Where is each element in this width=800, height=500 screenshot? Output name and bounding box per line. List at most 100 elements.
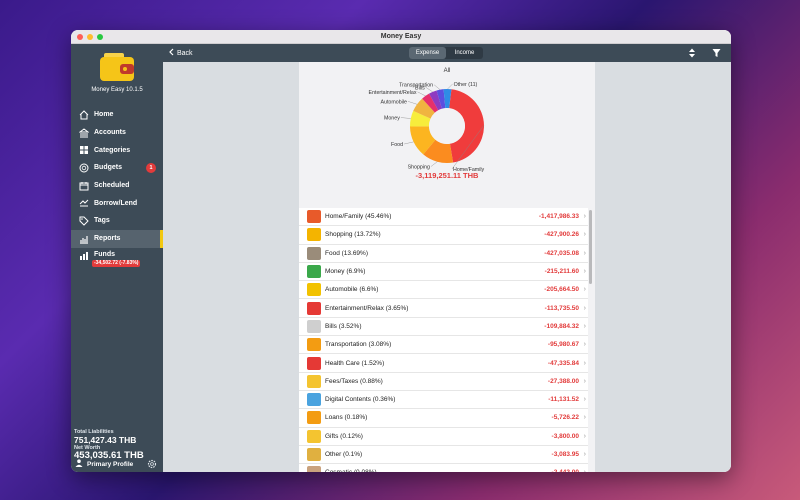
category-icon [307, 411, 321, 425]
category-amount: -427,900.26 [544, 231, 579, 239]
chevron-right-icon: › [583, 322, 586, 330]
close-window-button[interactable] [77, 34, 83, 40]
total-liabilities-value: 751,427.43 THB [74, 435, 137, 445]
tab-income[interactable]: Income [446, 47, 483, 59]
zoom-window-button[interactable] [97, 34, 103, 40]
tab-expense[interactable]: Expense [409, 47, 446, 59]
sidebar-item-funds[interactable]: Funds -34,502.72 (-7.83%) [71, 248, 163, 270]
list-scrollbar[interactable] [589, 210, 592, 284]
sidebar-item-tags[interactable]: Tags [71, 212, 163, 230]
category-name: Health Care (1.52%) [325, 359, 385, 367]
category-amount: -3,083.95 [551, 451, 579, 458]
category-icon [307, 228, 321, 242]
table-row[interactable]: Shopping (13.72%) -427,900.26 › [299, 226, 588, 245]
sidebar-item-label: Budgets [94, 164, 122, 172]
category-icon [307, 338, 321, 352]
category-name: Bills (3.52%) [325, 322, 362, 330]
sidebar-item-home[interactable]: Home [71, 106, 163, 124]
toolbar: Back Expense Income [163, 44, 731, 62]
category-icon [307, 393, 321, 407]
leader-line [430, 161, 438, 167]
chevron-right-icon: › [584, 469, 586, 472]
sidebar-item-borrow-lend[interactable]: Borrow/Lend [71, 194, 163, 212]
app-version: Money Easy 10.1.5 [91, 87, 143, 93]
chevron-right-icon: › [583, 451, 586, 458]
table-row[interactable]: Health Care (1.52%) -47,335.84 › [299, 354, 588, 373]
category-amount: -427,035.08 [544, 249, 579, 257]
category-icon [307, 448, 321, 461]
sidebar-item-label: Borrow/Lend [94, 199, 138, 207]
sidebar-item-label: Reports [94, 235, 121, 243]
category-name: Transportation (3.08%) [325, 341, 392, 349]
leader-line [417, 91, 426, 97]
coin-icon [79, 163, 89, 173]
table-row[interactable]: Transportation (3.08%) -95,980.67 › [299, 336, 588, 355]
category-icon [307, 466, 321, 472]
tag-icon [79, 216, 89, 226]
table-row[interactable]: Loans (0.18%) -5,726.22 › [299, 409, 588, 428]
filter-icon[interactable] [712, 48, 721, 60]
sidebar-item-reports[interactable]: Reports [71, 229, 163, 248]
grid-icon [79, 145, 89, 155]
leader-line [404, 141, 414, 145]
category-icon [307, 301, 321, 315]
table-row[interactable]: Home/Family (45.46%) -1,417,986.33 › [299, 208, 588, 227]
category-amount: -47,335.84 [547, 359, 579, 367]
sidebar-item-budgets[interactable]: Budgets 1 [71, 159, 163, 177]
table-row[interactable]: Other (0.1%) -3,083.95 › [299, 446, 588, 465]
table-row[interactable]: Digital Contents (0.36%) -11,131.52 › [299, 391, 588, 410]
sidebar-item-label: Accounts [94, 129, 126, 137]
back-button[interactable]: Back [168, 44, 193, 62]
slice-label: Money [384, 116, 400, 122]
account-totals: Total Liabilities 751,427.43 THB Net Wor… [74, 429, 144, 461]
report-panel: All Home/Family Shopping Food Money Automobi… [299, 62, 595, 472]
chevron-left-icon [168, 48, 174, 58]
person-icon [75, 459, 83, 469]
slice-label: Other (11) [454, 82, 478, 88]
sidebar-item-label: Funds [94, 250, 115, 258]
table-row[interactable]: Bills (3.52%) -109,884.32 › [299, 318, 588, 337]
table-row[interactable]: Food (13.69%) -427,035.08 › [299, 245, 588, 263]
minimize-window-button[interactable] [87, 34, 93, 40]
table-row[interactable]: Entertainment/Relax (3.65%) -113,735.50 › [299, 299, 588, 318]
leader-line [407, 101, 418, 105]
leader-line [400, 117, 411, 119]
gear-icon[interactable] [147, 459, 157, 471]
table-row[interactable]: Gifts (0.12%) -3,800.00 › [299, 428, 588, 446]
category-amount: -3,800.00 [551, 432, 579, 440]
category-amount: -205,664.50 [544, 286, 579, 294]
category-name: Automobile (6.6%) [325, 286, 379, 294]
chevron-right-icon: › [583, 286, 586, 294]
bank-icon [79, 127, 89, 138]
sidebar-item-categories[interactable]: Categories [71, 141, 163, 159]
table-row[interactable]: Automobile (6.6%) -205,664.50 › [299, 281, 588, 300]
wallet-logo-icon [100, 53, 134, 81]
category-icon [307, 319, 321, 333]
category-name: Entertainment/Relax (3.65%) [325, 304, 409, 312]
table-row[interactable]: Fees/Taxes (0.88%) -27,388.00 › [299, 373, 588, 391]
profile-name: Primary Profile [87, 460, 134, 468]
funds-icon [79, 251, 89, 261]
table-row[interactable]: Cosmatic (0.08%) -2,442.00 › [299, 464, 588, 472]
chevron-right-icon: › [583, 231, 586, 239]
back-label: Back [177, 49, 193, 57]
sidebar-item-label: Tags [94, 217, 110, 225]
chart-icon [79, 234, 89, 244]
profile-switcher[interactable]: Primary Profile [75, 458, 161, 470]
category-name: Gifts (0.12%) [325, 432, 363, 440]
leader-line [447, 83, 453, 90]
window-title: Money Easy [380, 33, 422, 40]
sidebar-item-accounts[interactable]: Accounts [71, 124, 163, 142]
chevron-right-icon: › [583, 268, 586, 276]
category-name: Loans (0.18%) [325, 414, 368, 422]
table-row[interactable]: Money (6.9%) -215,211.60 › [299, 263, 588, 282]
sort-icon[interactable] [688, 48, 696, 60]
sidebar-item-scheduled[interactable]: Scheduled [71, 177, 163, 195]
category-amount: -5,726.22 [551, 414, 579, 422]
category-name: Cosmatic (0.08%) [325, 469, 377, 472]
chevron-right-icon: › [583, 414, 586, 422]
title-bar: Money Easy [71, 30, 731, 44]
category-icon [307, 374, 321, 388]
category-amount: -27,388.00 [547, 377, 579, 385]
category-name: Money (6.9%) [325, 268, 366, 276]
